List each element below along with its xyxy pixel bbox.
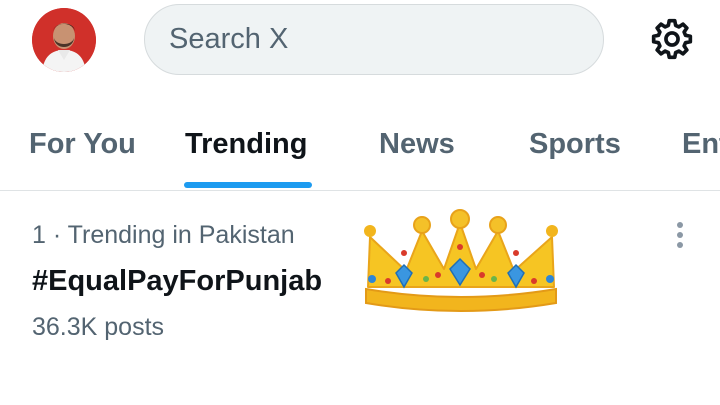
gear-icon — [651, 18, 693, 60]
trend-context: 1 · Trending in Pakistan — [32, 221, 295, 249]
trend-hashtag[interactable]: #EqualPayForPunjab — [32, 265, 322, 298]
trend-post-count: 36.3K posts — [32, 313, 165, 341]
more-options-button[interactable] — [666, 219, 694, 251]
tab-for-you[interactable]: For You — [29, 128, 136, 161]
active-tab-indicator — [184, 182, 312, 188]
avatar[interactable] — [32, 8, 96, 72]
search-placeholder: Search X — [169, 23, 289, 55]
tab-trending[interactable]: Trending — [185, 128, 307, 161]
tab-bar: For You Trending News Sports Ent — [0, 100, 720, 190]
crown-icon — [364, 209, 558, 312]
more-vertical-icon — [677, 222, 683, 248]
tab-sports[interactable]: Sports — [529, 128, 621, 161]
tab-news[interactable]: News — [379, 128, 455, 161]
list-item[interactable]: 1 · Trending in Pakistan #EqualPayForPun… — [0, 191, 720, 371]
search-input[interactable]: Search X — [144, 4, 604, 75]
settings-button[interactable] — [650, 17, 694, 61]
tab-entertainment[interactable]: Ent — [682, 128, 720, 161]
profile-avatar — [32, 8, 96, 72]
